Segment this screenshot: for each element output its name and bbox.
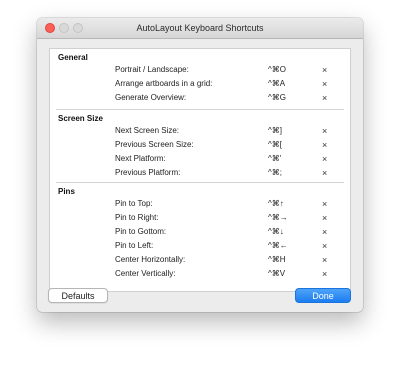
- shortcut-key-field[interactable]: ^⌘→: [268, 211, 288, 225]
- clear-shortcut-icon[interactable]: ×: [322, 63, 327, 77]
- shortcut-label: Pin to Top:: [115, 199, 153, 208]
- shortcut-row-arrange-artboards: Arrange artboards in a grid: ^⌘A ×: [50, 77, 350, 91]
- clear-shortcut-icon[interactable]: ×: [322, 152, 327, 166]
- shortcut-row-portrait-landscape: Portrait / Landscape: ^⌘O ×: [50, 63, 350, 77]
- shortcut-label: Previous Screen Size:: [115, 140, 194, 149]
- section-title: General: [58, 53, 88, 62]
- shortcut-row-center-vertically: Center Vertically: ^⌘V ×: [50, 267, 350, 281]
- close-window-button[interactable]: [45, 23, 55, 33]
- clear-shortcut-icon[interactable]: ×: [322, 166, 327, 180]
- shortcut-row-generate-overview: Generate Overview: ^⌘G ×: [50, 91, 350, 105]
- shortcut-row-next-screen-size: Next Screen Size: ^⌘] ×: [50, 124, 350, 138]
- section-divider: [56, 109, 344, 110]
- shortcut-label: Arrange artboards in a grid:: [115, 79, 213, 88]
- window-title: AutoLayout Keyboard Shortcuts: [136, 23, 264, 33]
- minimize-window-button[interactable]: [59, 23, 69, 33]
- shortcut-label: Portrait / Landscape:: [115, 65, 189, 74]
- shortcut-key-field[interactable]: ^⌘G: [268, 91, 286, 105]
- shortcut-label: Previous Platform:: [115, 168, 181, 177]
- shortcut-row-pin-top: Pin to Top: ^⌘↑ ×: [50, 197, 350, 211]
- shortcut-row-center-horizontally: Center Horizontally: ^⌘H ×: [50, 253, 350, 267]
- clear-shortcut-icon[interactable]: ×: [322, 225, 327, 239]
- shortcut-key-field[interactable]: ^⌘↑: [268, 197, 284, 211]
- shortcut-key-field[interactable]: ^⌘[: [268, 138, 282, 152]
- shortcut-key-field[interactable]: ^⌘': [268, 152, 281, 166]
- shortcuts-window: AutoLayout Keyboard Shortcuts General Po…: [37, 18, 363, 312]
- done-button[interactable]: Done: [295, 288, 351, 303]
- shortcut-label: Generate Overview:: [115, 93, 187, 102]
- defaults-button[interactable]: Defaults: [48, 288, 108, 303]
- shortcut-row-previous-screen-size: Previous Screen Size: ^⌘[ ×: [50, 138, 350, 152]
- clear-shortcut-icon[interactable]: ×: [322, 91, 327, 105]
- section-divider: [56, 182, 344, 183]
- shortcut-key-field[interactable]: ^⌘;: [268, 166, 282, 180]
- section-title: Pins: [58, 187, 75, 196]
- shortcut-key-field[interactable]: ^⌘←: [268, 239, 288, 253]
- shortcut-label: Pin to Right:: [115, 213, 159, 222]
- shortcut-key-field[interactable]: ^⌘H: [268, 253, 286, 267]
- shortcut-label: Next Platform:: [115, 154, 166, 163]
- shortcuts-panel: General Portrait / Landscape: ^⌘O × Arra…: [49, 48, 351, 292]
- clear-shortcut-icon[interactable]: ×: [322, 239, 327, 253]
- clear-shortcut-icon[interactable]: ×: [322, 77, 327, 91]
- shortcut-row-previous-platform: Previous Platform: ^⌘; ×: [50, 166, 350, 180]
- shortcut-key-field[interactable]: ^⌘]: [268, 124, 282, 138]
- clear-shortcut-icon[interactable]: ×: [322, 138, 327, 152]
- clear-shortcut-icon[interactable]: ×: [322, 211, 327, 225]
- shortcut-label: Pin to Gottom:: [115, 227, 167, 236]
- shortcut-row-pin-left: Pin to Left: ^⌘← ×: [50, 239, 350, 253]
- shortcut-label: Pin to Left:: [115, 241, 154, 250]
- shortcut-key-field[interactable]: ^⌘V: [268, 267, 285, 281]
- clear-shortcut-icon[interactable]: ×: [322, 124, 327, 138]
- shortcut-key-field[interactable]: ^⌘A: [268, 77, 285, 91]
- shortcut-row-pin-bottom: Pin to Gottom: ^⌘↓ ×: [50, 225, 350, 239]
- clear-shortcut-icon[interactable]: ×: [322, 253, 327, 267]
- clear-shortcut-icon[interactable]: ×: [322, 267, 327, 281]
- shortcut-row-pin-right: Pin to Right: ^⌘→ ×: [50, 211, 350, 225]
- shortcut-key-field[interactable]: ^⌘O: [268, 63, 286, 77]
- shortcut-key-field[interactable]: ^⌘↓: [268, 225, 284, 239]
- shortcut-label: Next Screen Size:: [115, 126, 180, 135]
- clear-shortcut-icon[interactable]: ×: [322, 197, 327, 211]
- shortcut-label: Center Horizontally:: [115, 255, 186, 264]
- shortcut-row-next-platform: Next Platform: ^⌘' ×: [50, 152, 350, 166]
- zoom-window-button[interactable]: [73, 23, 83, 33]
- section-title: Screen Size: [58, 114, 103, 123]
- title-bar[interactable]: AutoLayout Keyboard Shortcuts: [37, 18, 363, 39]
- shortcut-label: Center Vertically:: [115, 269, 176, 278]
